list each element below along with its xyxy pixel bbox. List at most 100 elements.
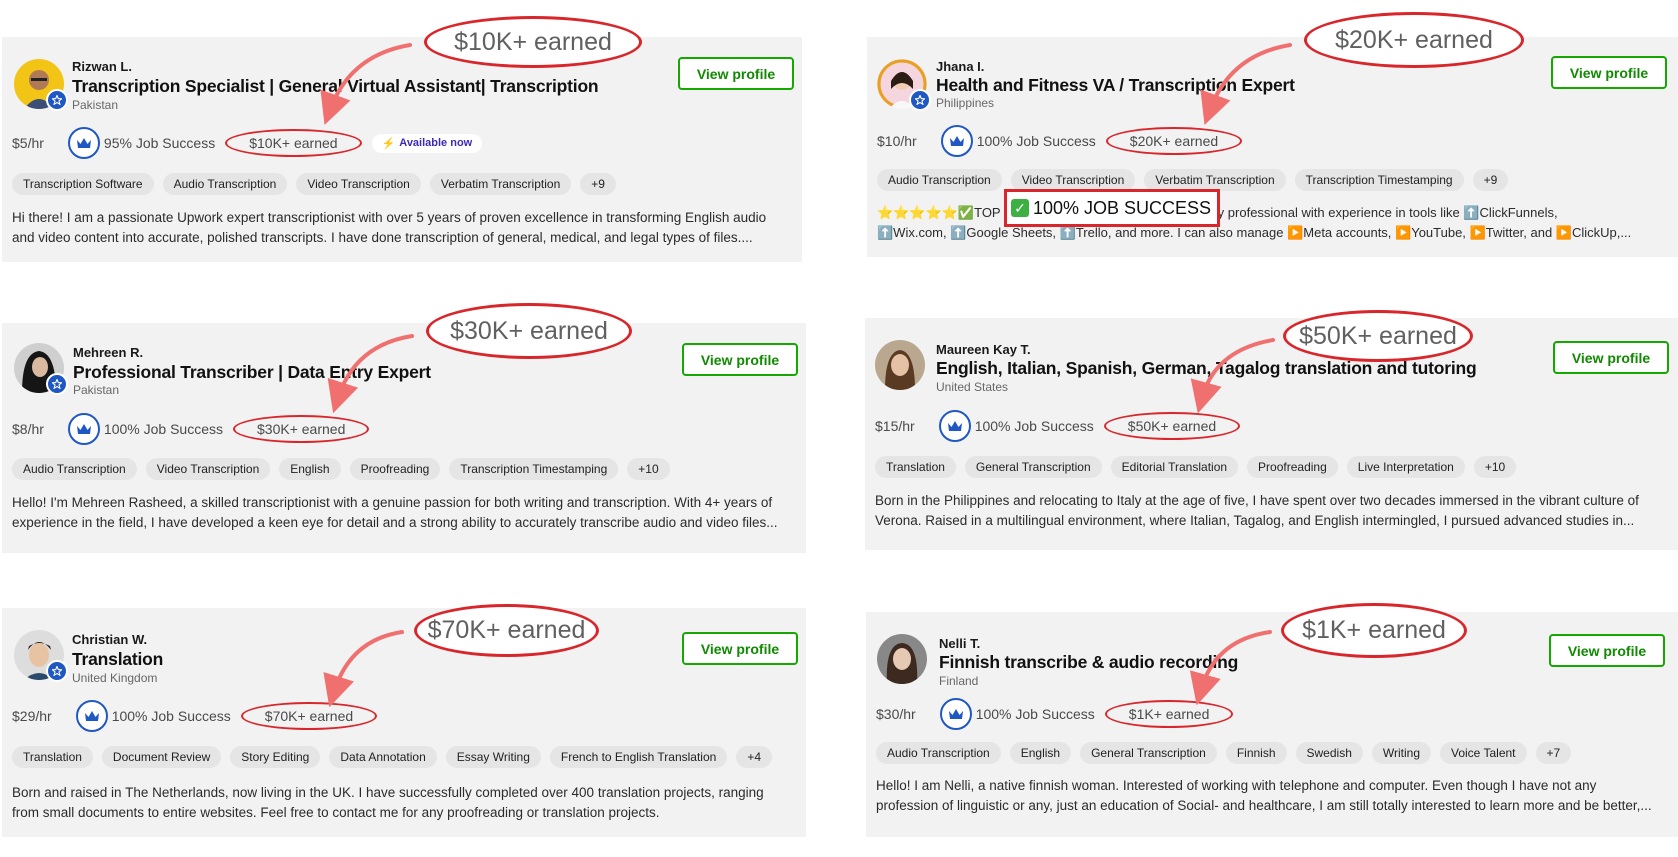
view-profile-button[interactable]: View profile	[1551, 56, 1667, 89]
view-profile-button[interactable]: View profile	[682, 632, 798, 665]
more-skills-tag[interactable]: +10	[1473, 456, 1517, 478]
crown-icon	[939, 698, 972, 730]
earnings-callout: $30K+ earned	[426, 303, 632, 359]
description-line: ⬆️Wix.com, ⬆️Google Sheets, ⬆️Trello, an…	[877, 225, 1632, 240]
skill-tag[interactable]: General Transcription	[964, 456, 1102, 478]
view-profile-button[interactable]: View profile	[1553, 341, 1669, 374]
skill-tag[interactable]: Verbatim Transcription	[1144, 169, 1286, 191]
skill-tag[interactable]: Swedish	[1295, 742, 1363, 764]
skill-tag[interactable]: Proofreading	[349, 458, 441, 480]
job-success-highlight: ✓ 100% JOB SUCCESS	[1004, 189, 1220, 227]
more-skills-tag[interactable]: +9	[580, 173, 616, 195]
freelancer-name[interactable]: Christian W.	[72, 632, 147, 647]
freelancer-card-maureen: Maureen Kay T. English, Italian, Spanish…	[865, 318, 1678, 550]
more-skills-tag[interactable]: +10	[627, 458, 670, 480]
skill-tag[interactable]: Verbatim Transcription	[429, 173, 572, 195]
avatar[interactable]	[875, 340, 925, 390]
freelancer-country: Pakistan	[73, 383, 120, 397]
freelancer-name[interactable]: Jhana I.	[936, 59, 984, 74]
hourly-rate: $15/hr	[875, 418, 915, 434]
job-success: 100% Job Success	[111, 708, 231, 724]
skills-list: Translation Document Review Story Editin…	[12, 746, 772, 768]
skill-tag[interactable]: Editorial Translation	[1110, 456, 1239, 478]
skill-tag[interactable]: Audio Transcription	[877, 169, 1002, 191]
hourly-rate: $29/hr	[12, 708, 52, 724]
avatar[interactable]	[14, 343, 68, 395]
stats-row: $10/hr 100% Job Success $20K+ earned	[877, 125, 1243, 157]
skill-tag[interactable]: General Transcription	[1080, 742, 1217, 764]
view-profile-button[interactable]: View profile	[1549, 634, 1665, 667]
verified-star-icon	[909, 89, 931, 111]
verified-star-icon	[46, 89, 68, 111]
skills-list: Transcription Software Audio Transcripti…	[12, 173, 616, 195]
job-success: 95% Job Success	[103, 135, 216, 151]
crown-icon	[75, 700, 108, 732]
skill-tag[interactable]: Transcription Timestamping	[1294, 169, 1464, 191]
freelancer-description: Hello! I am Nelli, a native finnish woma…	[876, 778, 1652, 813]
skill-tag[interactable]: English	[279, 458, 341, 480]
freelancer-title[interactable]: Health and Fitness VA / Transcription Ex…	[936, 75, 1295, 96]
view-profile-button[interactable]: View profile	[678, 57, 794, 90]
crown-icon	[938, 410, 971, 442]
skill-tag[interactable]: Story Editing	[230, 746, 321, 768]
more-skills-tag[interactable]: +9	[1472, 169, 1509, 191]
freelancer-name[interactable]: Rizwan L.	[72, 59, 132, 74]
avatar[interactable]	[877, 634, 927, 684]
description-text: tech-savvy professional with experience …	[1162, 205, 1558, 220]
checkmark-icon: ✓	[1011, 199, 1029, 217]
freelancer-name[interactable]: Maureen Kay T.	[936, 342, 1031, 357]
skill-tag[interactable]: Transcription Timestamping	[449, 458, 619, 480]
freelancer-card-nelli: Nelli T. Finnish transcribe & audio reco…	[866, 612, 1678, 837]
skill-tag[interactable]: Document Review	[101, 746, 222, 768]
freelancer-card-mehreen: Mehreen R. Professional Transcriber | Da…	[2, 323, 806, 553]
skill-tag[interactable]: Live Interpretation	[1346, 456, 1465, 478]
skill-tag[interactable]: English	[1009, 742, 1072, 764]
avatar[interactable]	[14, 59, 68, 111]
stats-row: $29/hr 100% Job Success $70K+ earned	[12, 700, 378, 732]
skill-tag[interactable]: Audio Transcription	[162, 173, 288, 195]
freelancer-description: Born and raised in The Netherlands, now …	[12, 785, 764, 820]
skill-tag[interactable]: Finnish	[1225, 742, 1287, 764]
stats-row: $15/hr 100% Job Success $50K+ earned	[875, 410, 1241, 442]
freelancer-title[interactable]: Transcription Specialist | General Virtu…	[72, 76, 599, 97]
skill-tag[interactable]: Translation	[12, 746, 93, 768]
skill-tag[interactable]: Transcription Software	[12, 173, 154, 195]
skill-tag[interactable]: Essay Writing	[445, 746, 541, 768]
skill-tag[interactable]: Proofreading	[1247, 456, 1338, 478]
freelancer-title[interactable]: Professional Transcriber | Data Entry Ex…	[73, 362, 431, 383]
skill-tag[interactable]: Audio Transcription	[12, 458, 137, 480]
skill-tag[interactable]: Writing	[1371, 742, 1431, 764]
crown-icon	[940, 125, 973, 157]
freelancer-title[interactable]: Finnish transcribe & audio recording	[939, 652, 1238, 673]
view-profile-button[interactable]: View profile	[682, 343, 798, 376]
skill-tag[interactable]: Voice Talent	[1440, 742, 1527, 764]
earnings-callout: $1K+ earned	[1281, 603, 1467, 658]
stats-row: $8/hr 100% Job Success $30K+ earned	[12, 413, 370, 445]
crown-icon	[67, 413, 100, 445]
skill-tag[interactable]: Video Transcription	[145, 458, 271, 480]
earnings-callout: $10K+ earned	[424, 16, 642, 68]
skill-tag[interactable]: Audio Transcription	[876, 742, 1001, 764]
more-skills-tag[interactable]: +4	[736, 746, 772, 768]
skill-tag[interactable]: French to English Translation	[549, 746, 728, 768]
job-success: 100% Job Success	[975, 706, 1095, 722]
freelancer-card-christian: Christian W. Translation United Kingdom …	[2, 608, 806, 837]
avatar[interactable]	[14, 630, 68, 682]
freelancer-name[interactable]: Mehreen R.	[73, 345, 143, 360]
earned-amount: $70K+ earned	[240, 702, 378, 730]
earnings-callout: $50K+ earned	[1283, 310, 1473, 362]
skill-tag[interactable]: Video Transcription	[1010, 169, 1136, 191]
freelancer-description: Hi there! I am a passionate Upwork exper…	[12, 210, 767, 245]
crown-icon	[67, 127, 100, 159]
skill-tag[interactable]: Video Transcription	[296, 173, 421, 195]
skill-tag[interactable]: Data Annotation	[329, 746, 437, 768]
skill-tag[interactable]: Translation	[875, 456, 956, 478]
freelancer-title[interactable]: Translation	[72, 649, 163, 670]
description-line: ⭐⭐⭐⭐⭐✅TOP RA tech-savvy professional with…	[877, 203, 1631, 223]
freelancer-name[interactable]: Nelli T.	[939, 636, 980, 651]
job-success: 100% Job Success	[103, 421, 223, 437]
more-skills-tag[interactable]: +7	[1535, 742, 1572, 764]
freelancer-description: ⭐⭐⭐⭐⭐✅TOP RA tech-savvy professional with…	[877, 203, 1631, 243]
avatar[interactable]	[877, 59, 931, 111]
hourly-rate: $8/hr	[12, 421, 44, 437]
